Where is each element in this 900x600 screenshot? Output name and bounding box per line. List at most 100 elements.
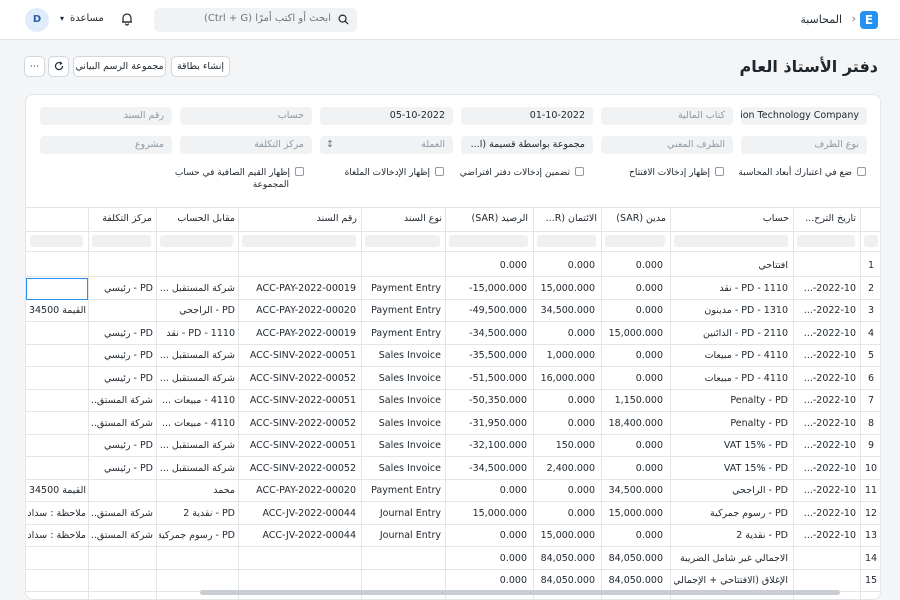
header-voucher-type[interactable]: نوع السند [362, 207, 442, 231]
row-number[interactable]: 11 [860, 480, 880, 502]
cell-remarks[interactable]: القيمة 34500 [26, 300, 86, 322]
cell-posting-date[interactable]: 2022-10-... [796, 345, 856, 367]
cell-voucher-no[interactable]: ACC-PAY-2022-00020 [242, 480, 356, 502]
header-voucher-no[interactable]: رقم السند [239, 207, 357, 231]
cell-cost-center[interactable]: شركة المستق... [91, 503, 153, 525]
cell-remarks[interactable]: ملاحظة : سداد [26, 503, 86, 525]
cell-account[interactable]: PD - الراجحي [674, 480, 788, 502]
cell-voucher-no[interactable]: ACC-SINV-2022-00051 [242, 390, 356, 412]
cell-balance[interactable]: -51,500.000 [449, 368, 527, 390]
cell-credit[interactable]: 15,000.000 [537, 525, 595, 547]
cell-account[interactable]: Penalty - PD [674, 390, 788, 412]
cell-voucher-type[interactable]: Sales Invoice [365, 413, 441, 435]
cell-balance[interactable]: -50,350.000 [449, 390, 527, 412]
cell-voucher-no[interactable]: ACC-JV-2022-00044 [242, 525, 356, 547]
row-number[interactable]: 3 [860, 300, 880, 322]
cell-debit[interactable]: 34,500.000 [605, 480, 663, 502]
more-options-button[interactable]: ⋯ [24, 56, 45, 77]
cell-balance[interactable]: -35,500.000 [449, 345, 527, 367]
company-filter[interactable]: tion Technology Company [741, 107, 867, 125]
cell-voucher-type[interactable]: Payment Entry [365, 278, 441, 300]
cell-voucher-no[interactable]: ACC-SINV-2022-00051 [242, 435, 356, 457]
cell-credit[interactable]: 84,050.000 [537, 570, 595, 592]
cell-posting-date[interactable]: 2022-10-... [796, 435, 856, 457]
cell-posting-date[interactable]: 2022-10-... [796, 368, 856, 390]
cell-posting-date[interactable] [796, 548, 856, 570]
focused-cell[interactable] [26, 277, 88, 300]
cell-credit[interactable]: 34,500.000 [537, 300, 595, 322]
cell-cost-center[interactable] [91, 255, 153, 277]
cell-debit[interactable]: 0.000 [605, 255, 663, 277]
cell-credit[interactable]: 84,050.000 [537, 548, 595, 570]
cell-account[interactable]: PD - نقدية 2 [674, 525, 788, 547]
cell-debit[interactable]: 0.000 [605, 458, 663, 480]
cell-voucher-type[interactable] [365, 570, 441, 592]
cell-against-account[interactable] [159, 548, 235, 570]
cell-against-account[interactable]: PD - 1110 - نقد [159, 323, 235, 345]
row-number[interactable]: 2 [860, 278, 880, 300]
cell-balance[interactable]: 0.000 [449, 480, 527, 502]
header-debit[interactable]: مدين (SAR) [602, 207, 666, 231]
cell-balance[interactable]: -32,100.000 [449, 435, 527, 457]
cell-remarks[interactable] [26, 323, 86, 345]
cell-balance[interactable]: -15,000.000 [449, 278, 527, 300]
group-by-select[interactable]: مجموعة بواسطة قسيمة (ا... [461, 136, 593, 154]
breadcrumb-accounting[interactable]: المحاسبة [800, 13, 842, 26]
cell-against-account[interactable]: PD - الراجحي [159, 300, 235, 322]
header-cost-center[interactable]: مركز التكلفة [89, 207, 152, 231]
row-number[interactable]: 12 [860, 503, 880, 525]
cell-debit[interactable]: 0.000 [605, 300, 663, 322]
cell-against-account[interactable]: 4110 - مبيعات ... [159, 413, 235, 435]
cell-account[interactable]: VAT 15% - PD [674, 458, 788, 480]
user-avatar[interactable]: D [25, 8, 49, 32]
cell-cost-center[interactable]: PD - رئيسي [91, 458, 153, 480]
row-number[interactable]: 9 [860, 435, 880, 457]
cell-voucher-no[interactable] [242, 570, 356, 592]
row-number[interactable]: 7 [860, 390, 880, 412]
refresh-button[interactable] [48, 56, 69, 77]
cell-against-account[interactable]: 4110 - مبيعات ... [159, 390, 235, 412]
cell-debit[interactable]: 15,000.000 [605, 503, 663, 525]
cell-voucher-type[interactable]: Sales Invoice [365, 435, 441, 457]
cell-debit[interactable]: 18,400.000 [605, 413, 663, 435]
cell-against-account[interactable] [159, 255, 235, 277]
cell-balance[interactable]: -31,950.000 [449, 413, 527, 435]
column-filter-input[interactable] [605, 235, 665, 247]
cell-debit[interactable]: 0.000 [605, 368, 663, 390]
app-logo[interactable]: E [860, 11, 878, 29]
cell-posting-date[interactable]: 2022-10-... [796, 390, 856, 412]
project-filter[interactable]: مشروع [40, 136, 172, 154]
cell-account[interactable]: PD - 2110 - الدائنين [674, 323, 788, 345]
cell-remarks[interactable] [26, 570, 86, 592]
cell-posting-date[interactable]: 2022-10-... [796, 300, 856, 322]
cell-credit[interactable]: 150.000 [537, 435, 595, 457]
default-book-checkbox[interactable]: تضمين إدخالات دفتر افتراضي [460, 167, 584, 178]
cell-voucher-type[interactable] [365, 255, 441, 277]
cell-remarks[interactable] [26, 345, 86, 367]
cell-account[interactable]: PD - 1310 - مدينون [674, 300, 788, 322]
cell-voucher-no[interactable] [242, 548, 356, 570]
cell-cost-center[interactable]: PD - رئيسي [91, 435, 153, 457]
account-filter[interactable]: حساب [180, 107, 312, 125]
cell-against-account[interactable]: شركة المستقبل ... [159, 278, 235, 300]
cell-voucher-no[interactable]: ACC-PAY-2022-00020 [242, 300, 356, 322]
header-posting-date[interactable]: تاريخ الترح... [794, 207, 856, 231]
cell-posting-date[interactable]: 2022-10-... [796, 480, 856, 502]
cell-debit[interactable]: 0.000 [605, 345, 663, 367]
cell-voucher-type[interactable]: Payment Entry [365, 323, 441, 345]
cell-cost-center[interactable]: شركة المستق... [91, 413, 153, 435]
cell-credit[interactable]: 0.000 [537, 390, 595, 412]
column-filter-input[interactable] [537, 235, 596, 247]
cell-against-account[interactable] [159, 570, 235, 592]
cell-cost-center[interactable]: PD - رئيسي [91, 368, 153, 390]
cell-cost-center[interactable]: PD - رئيسي [91, 323, 153, 345]
cell-account[interactable]: Penalty - PD [674, 413, 788, 435]
cell-cost-center[interactable] [91, 570, 153, 592]
row-number[interactable]: 15 [860, 570, 880, 592]
cell-remarks[interactable]: ملاحظة : سداد [26, 525, 86, 547]
cell-credit[interactable]: 0.000 [537, 503, 595, 525]
column-filter-input[interactable] [864, 235, 878, 247]
horizontal-scrollbar[interactable] [200, 590, 840, 595]
cell-voucher-type[interactable]: Sales Invoice [365, 458, 441, 480]
search-input[interactable]: ابحث أو اكتب أمرًا (Ctrl + G) [154, 8, 357, 32]
